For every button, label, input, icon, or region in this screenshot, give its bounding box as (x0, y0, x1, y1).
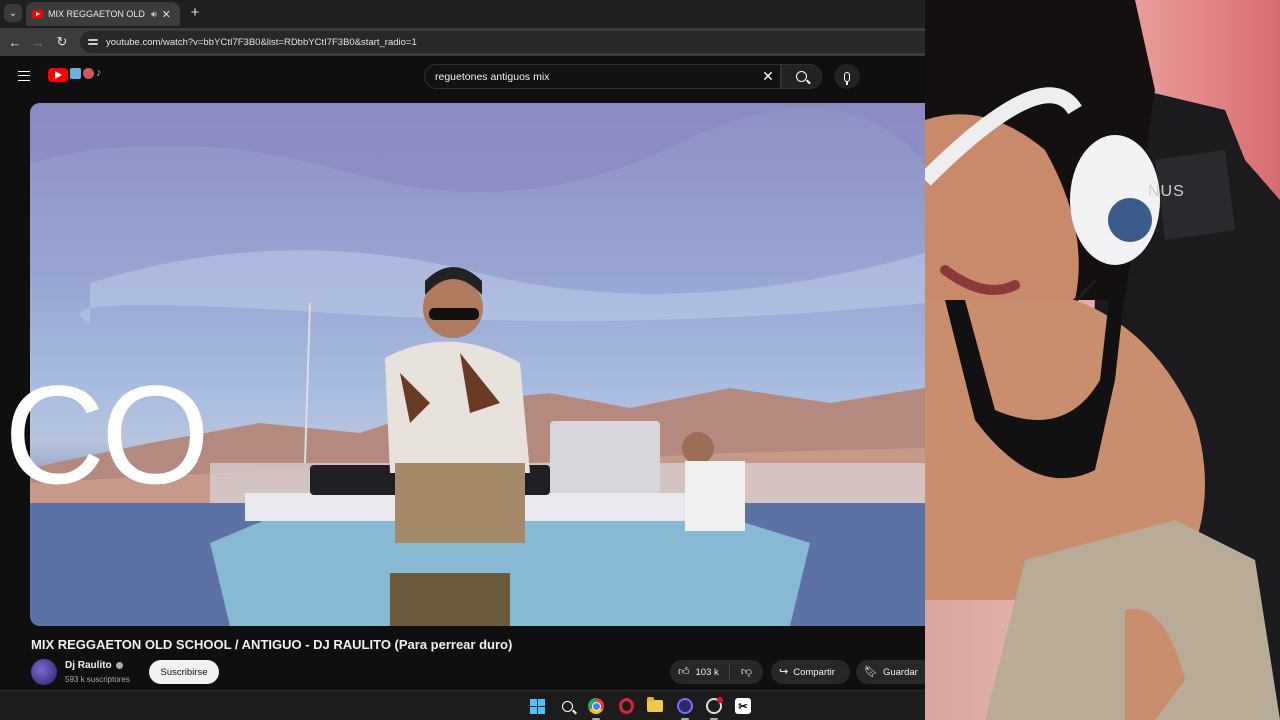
subscribe-button[interactable]: Suscribirse (149, 660, 219, 684)
reload-icon[interactable]: ↻ (53, 33, 71, 51)
video-title: MIX REGGAETON OLD SCHOOL / ANTIGUO - DJ … (31, 637, 513, 652)
channel-avatar[interactable] (31, 659, 57, 685)
start-button[interactable] (527, 696, 547, 716)
taskbar-app-circle[interactable] (675, 696, 695, 720)
thumbs-down-icon: 👎︎ (740, 665, 753, 678)
search-input[interactable]: reguetones antiguos mix (435, 71, 756, 83)
clear-search-icon[interactable]: ✕ (756, 68, 780, 85)
chair-logo-text: NUS (1148, 183, 1185, 200)
search-icon (796, 71, 807, 82)
search-button[interactable] (781, 64, 822, 89)
folder-icon (647, 697, 663, 712)
doodle-tile-icon (70, 67, 81, 79)
new-tab-button[interactable]: + (188, 4, 202, 22)
like-dislike-group: 👍︎ 103 k 👎︎ (670, 660, 763, 684)
app-notification-icon (706, 697, 723, 714)
tab-search-button[interactable]: ⌄ (4, 4, 22, 22)
taskbar-search-button[interactable] (557, 696, 577, 716)
site-info-icon[interactable] (88, 37, 98, 47)
search-box[interactable]: reguetones antiguos mix ✕ (424, 64, 781, 89)
share-arrow-icon: ↪ (779, 665, 789, 678)
youtube-logo-icon[interactable] (48, 68, 68, 82)
verified-badge-icon (115, 661, 123, 669)
bookmark-icon: 🔖︎ (864, 665, 878, 678)
save-label: Guardar (882, 666, 918, 678)
save-button[interactable]: 🔖︎ Guardar (856, 660, 925, 684)
subscriber-count: 593 k suscriptores (65, 675, 130, 684)
search-icon (561, 700, 573, 712)
taskbar-opera[interactable] (616, 696, 636, 716)
hamburger-menu-icon[interactable] (18, 71, 30, 81)
screen: ⌄ MIX REGGAETON OLD SCHO 🔊︎ ✕ + ← → ↻ yo… (0, 0, 1280, 720)
like-button[interactable]: 👍︎ 103 k (670, 664, 730, 680)
channel-name-text[interactable]: Dj Raulito (65, 660, 112, 671)
like-count: 103 k (695, 666, 719, 678)
browser-tab-youtube[interactable]: MIX REGGAETON OLD SCHO 🔊︎ ✕ (26, 2, 180, 26)
close-tab-icon[interactable]: ✕ (162, 8, 171, 21)
taskbar-app-notify[interactable] (704, 696, 724, 720)
browser-tab-strip: ⌄ MIX REGGAETON OLD SCHO 🔊︎ ✕ + (0, 0, 925, 28)
url-text[interactable]: youtube.com/watch?v=bbYCtI7F3B0&list=RDb… (106, 37, 417, 48)
back-arrow-icon[interactable]: ← (6, 33, 24, 51)
voice-search-button[interactable] (834, 64, 860, 89)
taskbar-chrome[interactable] (586, 696, 606, 720)
share-label: Compartir (793, 666, 835, 678)
channel-name[interactable]: Dj Raulito (65, 660, 123, 671)
speaker-icon[interactable]: 🔊︎ (151, 9, 157, 20)
browser-toolbar: ← → ↻ youtube.com/watch?v=bbYCtI7F3B0&li… (0, 28, 925, 56)
doodle-ball-icon (83, 67, 94, 79)
capcut-icon: ✂ (735, 698, 751, 714)
opera-icon (618, 698, 634, 714)
taskbar-capcut[interactable]: ✂ (733, 696, 753, 716)
microphone-icon (844, 71, 850, 85)
share-button[interactable]: ↪ Compartir (771, 660, 850, 684)
music-note-icon: ♪ (96, 67, 102, 79)
overlay-text: CO (4, 356, 210, 513)
streamer-scene (925, 0, 1280, 720)
dislike-button[interactable]: 👎︎ (730, 665, 763, 678)
chrome-icon (588, 698, 604, 714)
windows-taskbar: ✂ (0, 690, 925, 720)
thumbs-up-icon: 👍︎ (678, 665, 690, 678)
webcam-feed: NUS (925, 0, 1280, 720)
address-bar[interactable]: youtube.com/watch?v=bbYCtI7F3B0&list=RDb… (80, 31, 925, 53)
windows-logo-icon (529, 698, 545, 714)
tab-title: MIX REGGAETON OLD SCHO (48, 9, 146, 19)
youtube-favicon-icon (32, 10, 43, 18)
youtube-doodle[interactable]: ♪ (70, 67, 102, 79)
taskbar-file-explorer[interactable] (645, 696, 665, 716)
app-circle-icon (677, 698, 693, 714)
forward-arrow-icon[interactable]: → (29, 33, 47, 51)
